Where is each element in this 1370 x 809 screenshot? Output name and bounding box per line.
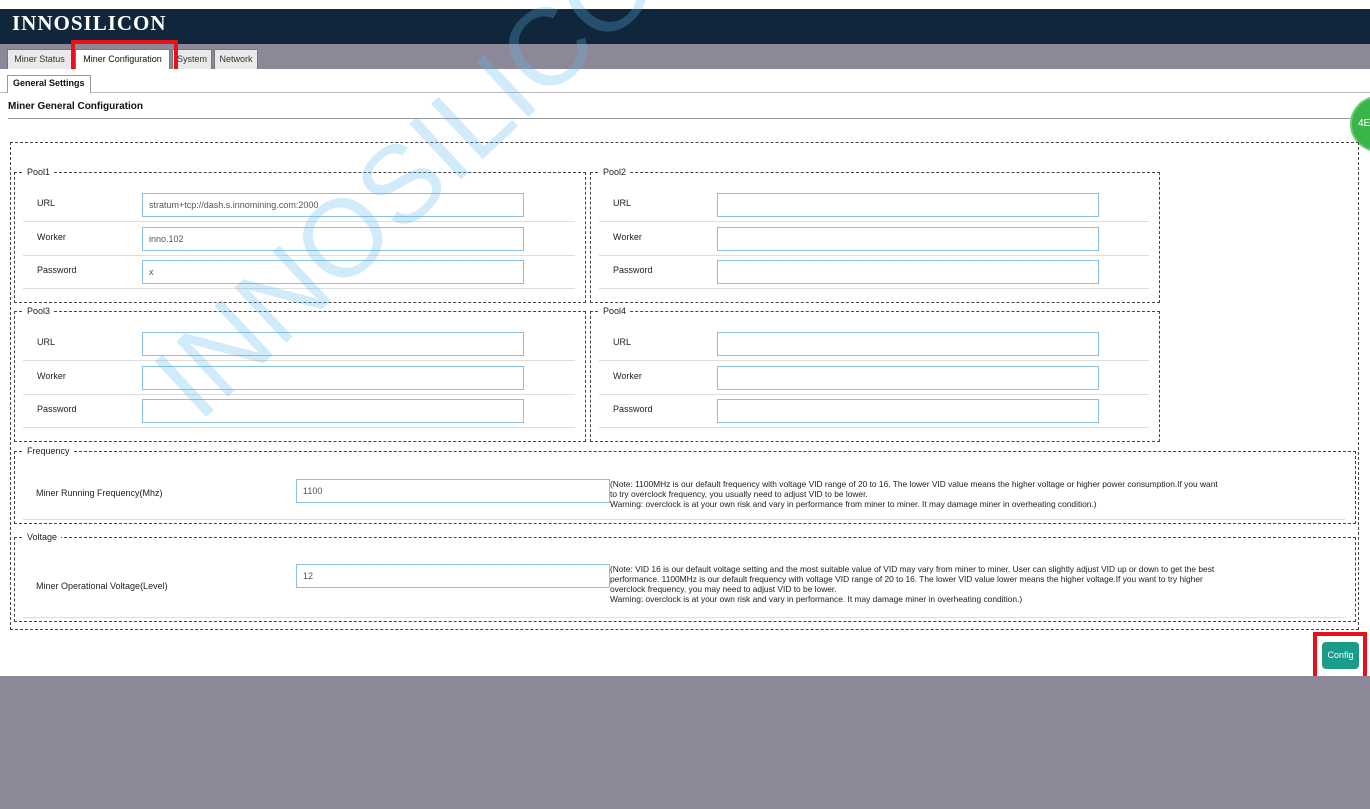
pool1-url-input[interactable] bbox=[142, 193, 524, 217]
pool3-password-row: Password bbox=[23, 395, 575, 428]
pool2-worker-input[interactable] bbox=[717, 227, 1099, 251]
pool3-worker-row: Worker bbox=[23, 362, 575, 395]
pool4-password-input[interactable] bbox=[717, 399, 1099, 423]
frequency-fieldset: Frequency Miner Running Frequency(Mhz) (… bbox=[14, 446, 1356, 524]
pool4-fieldset: Pool4 URL Worker Password bbox=[590, 306, 1160, 442]
pool4-worker-row: Worker bbox=[599, 362, 1149, 395]
voltage-input[interactable] bbox=[296, 564, 610, 588]
voltage-note-line-3: overclock frequency, you may need to adj… bbox=[610, 584, 837, 594]
tab-network[interactable]: Network bbox=[214, 49, 258, 69]
section-divider bbox=[8, 118, 1353, 119]
top-header-bar: INNOSILICON bbox=[0, 9, 1370, 44]
tab-miner-status[interactable]: Miner Status bbox=[7, 49, 72, 69]
voltage-note: (Note: VID 16 is our default voltage set… bbox=[610, 564, 1310, 604]
pool1-password-input[interactable] bbox=[142, 260, 524, 284]
pool2-password-row: Password bbox=[599, 256, 1149, 289]
pool2-fieldset: Pool2 URL Worker Password bbox=[590, 167, 1160, 303]
pool3-password-input[interactable] bbox=[142, 399, 524, 423]
pool3-url-input[interactable] bbox=[142, 332, 524, 356]
page-title: Miner General Configuration bbox=[8, 101, 144, 112]
frequency-note-line-3: Warning: overclock is at your own risk a… bbox=[610, 499, 1097, 509]
frequency-note-line-2: to try overclock frequency, you usually … bbox=[610, 489, 868, 499]
pool2-password-input[interactable] bbox=[717, 260, 1099, 284]
voltage-note-line-2: performance. 1100MHz is our default freq… bbox=[610, 574, 1203, 584]
main-tab-bar: Miner Status Miner Configuration System … bbox=[0, 44, 1370, 69]
voltage-label: Miner Operational Voltage(Level) bbox=[36, 581, 168, 591]
pool3-worker-input[interactable] bbox=[142, 366, 524, 390]
frequency-row: Miner Running Frequency(Mhz) (Note: 1100… bbox=[23, 464, 1345, 520]
brand-logo: INNOSILICON bbox=[12, 11, 167, 35]
voltage-legend: Voltage bbox=[27, 532, 58, 542]
voltage-note-line-4: Warning: overclock is at your own risk a… bbox=[610, 594, 1023, 604]
pool4-worker-input[interactable] bbox=[717, 366, 1099, 390]
tab-miner-configuration[interactable]: Miner Configuration bbox=[75, 49, 170, 69]
pool2-url-label: URL bbox=[613, 198, 632, 208]
pool4-url-input[interactable] bbox=[717, 332, 1099, 356]
frequency-input[interactable] bbox=[296, 479, 610, 503]
pool2-legend: Pool2 bbox=[603, 167, 627, 177]
pool3-worker-label: Worker bbox=[37, 371, 66, 381]
pool3-password-label: Password bbox=[37, 404, 77, 414]
tab-general-settings[interactable]: General Settings bbox=[7, 75, 91, 93]
pool1-worker-row: Worker bbox=[23, 223, 575, 256]
tab-system[interactable]: System bbox=[172, 49, 212, 69]
pool2-password-label: Password bbox=[613, 265, 653, 275]
pool1-fieldset: Pool1 URL Worker Password bbox=[14, 167, 586, 303]
frequency-note: (Note: 1100MHz is our default frequency … bbox=[610, 479, 1310, 509]
pool1-worker-label: Worker bbox=[37, 232, 66, 242]
pool2-worker-label: Worker bbox=[613, 232, 642, 242]
frequency-legend: Frequency bbox=[27, 446, 70, 456]
pool3-url-row: URL bbox=[23, 328, 575, 361]
pool1-legend: Pool1 bbox=[27, 167, 51, 177]
frequency-note-line-1: (Note: 1100MHz is our default frequency … bbox=[610, 479, 1218, 489]
pool4-password-label: Password bbox=[613, 404, 653, 414]
sub-tab-bar: General Settings bbox=[0, 69, 1370, 93]
pool1-password-row: Password bbox=[23, 256, 575, 289]
pool4-password-row: Password bbox=[599, 395, 1149, 428]
pool4-url-label: URL bbox=[613, 337, 632, 347]
pool2-url-row: URL bbox=[599, 189, 1149, 222]
config-button[interactable]: Config bbox=[1322, 642, 1359, 669]
pool1-url-row: URL bbox=[23, 189, 575, 222]
pool1-worker-input[interactable] bbox=[142, 227, 524, 251]
voltage-fieldset: Voltage Miner Operational Voltage(Level)… bbox=[14, 532, 1356, 622]
voltage-note-line-1: (Note: VID 16 is our default voltage set… bbox=[610, 564, 1215, 574]
pool4-url-row: URL bbox=[599, 328, 1149, 361]
pool3-legend: Pool3 bbox=[27, 306, 51, 316]
pool3-fieldset: Pool3 URL Worker Password bbox=[14, 306, 586, 442]
pool2-url-input[interactable] bbox=[717, 193, 1099, 217]
pool4-worker-label: Worker bbox=[613, 371, 642, 381]
footer-gray-area bbox=[0, 676, 1370, 809]
voltage-row: Miner Operational Voltage(Level) (Note: … bbox=[23, 550, 1345, 618]
pool1-password-label: Password bbox=[37, 265, 77, 275]
pool3-url-label: URL bbox=[37, 337, 56, 347]
pool2-worker-row: Worker bbox=[599, 223, 1149, 256]
pool4-legend: Pool4 bbox=[603, 306, 627, 316]
frequency-label: Miner Running Frequency(Mhz) bbox=[36, 488, 163, 498]
pool1-url-label: URL bbox=[37, 198, 56, 208]
